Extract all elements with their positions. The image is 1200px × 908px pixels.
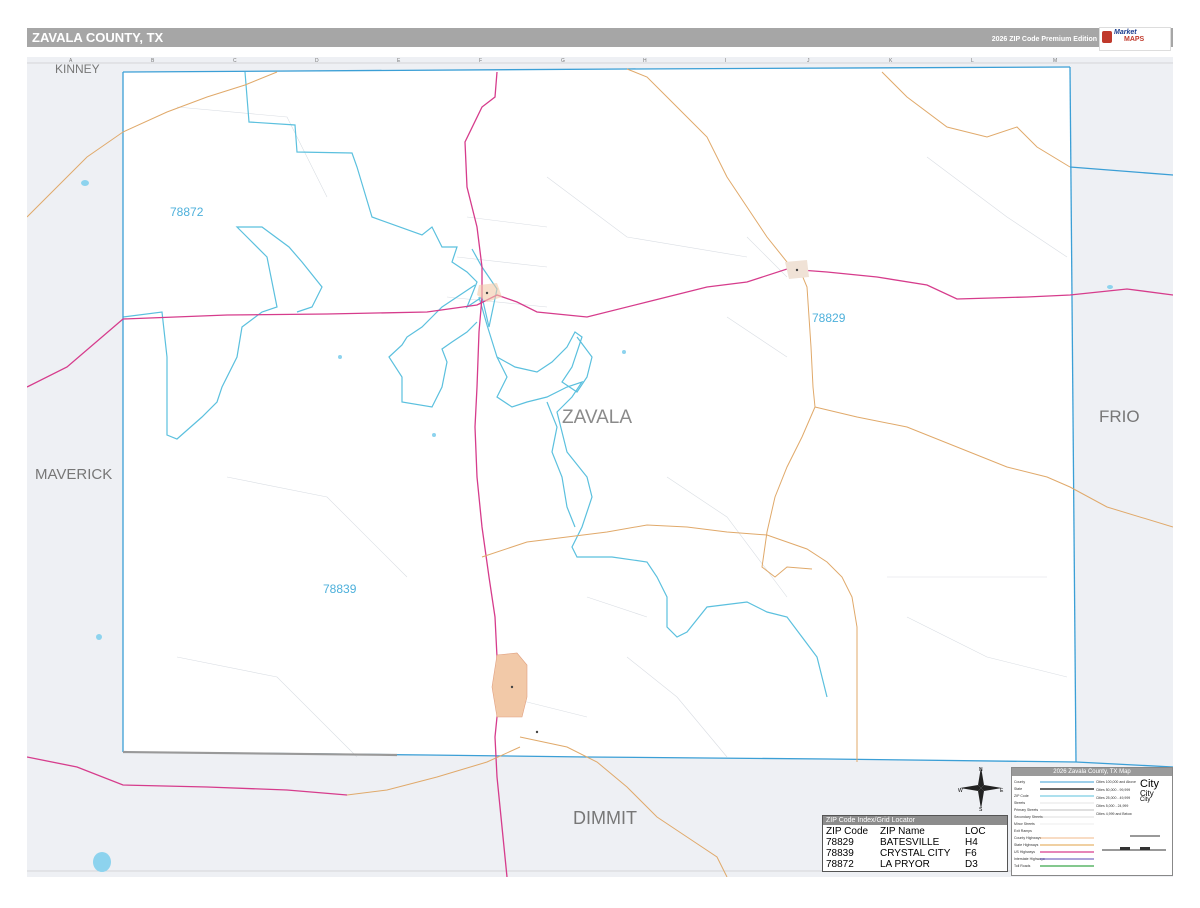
- legend-item: County: [1014, 780, 1026, 784]
- grid-col-H: H: [643, 58, 647, 64]
- zip-row-code: 78872: [826, 859, 854, 870]
- scale-bar: [1102, 835, 1166, 851]
- grid-col-L: L: [971, 58, 974, 64]
- legend-item: State Highways: [1014, 843, 1039, 847]
- grid-col-D: D: [315, 58, 319, 64]
- compass-icon: N S W E: [958, 767, 1004, 811]
- legend-swatches: [1040, 781, 1094, 867]
- legend-item: Streets: [1014, 801, 1026, 805]
- zip-78829: 78829: [812, 311, 846, 325]
- zip-header-code: ZIP Code: [826, 826, 869, 837]
- crystal-city-area: [491, 652, 528, 718]
- grid-col-G: G: [561, 58, 565, 64]
- legend-city-size: Cities 25,000 - 49,999: [1096, 796, 1131, 800]
- grid-col-F: F: [479, 58, 482, 64]
- legend-item: Toll Roads: [1014, 864, 1031, 868]
- grid-col-M: M: [1053, 58, 1057, 64]
- label-zavala: ZAVALA: [562, 407, 632, 428]
- zip-index-table: ZIP Code Index/Grid Locator ZIP Code ZIP…: [822, 815, 1008, 872]
- header-bar: ZAVALA COUNTY, TX 2026 ZIP Code Premium …: [27, 27, 1173, 51]
- logo-subtext: MAPS: [1124, 36, 1145, 43]
- legend-item: Minor Streets: [1014, 822, 1035, 826]
- zip-row-loc: H4: [965, 837, 978, 848]
- zip-header-loc: LOC: [965, 826, 986, 837]
- compass-n: N: [979, 767, 983, 773]
- legend-city-small: City: [1140, 797, 1151, 803]
- legend-item: State: [1014, 787, 1023, 791]
- zip-78839: 78839: [323, 582, 357, 596]
- logo-mark-icon: [1102, 31, 1112, 43]
- zip-row-loc: F6: [965, 848, 977, 859]
- zip-row-name: LA PRYOR: [880, 859, 930, 870]
- label-dimmit: DIMMIT: [573, 808, 637, 828]
- county-map[interactable]: A B C D E F G H I J K L M KINNEY MAVERIC…: [27, 57, 1173, 877]
- legend-city-size: Cities 4,999 and Below: [1096, 812, 1132, 816]
- compass-s: S: [979, 807, 983, 811]
- legend-city-size: Cities 5,000 - 24,999: [1096, 804, 1129, 808]
- zip-row-code: 78829: [826, 837, 854, 848]
- legend-title: 2026 Zavala County, TX Map: [1012, 768, 1172, 776]
- compass-w: W: [958, 788, 963, 794]
- edition-label: 2026 ZIP Code Premium Edition: [991, 36, 1097, 43]
- map-title: ZAVALA COUNTY, TX: [32, 30, 164, 45]
- zip-row-name: CRYSTAL CITY: [880, 848, 951, 859]
- legend-item: ZIP Code: [1014, 794, 1029, 798]
- compass-e: E: [1000, 788, 1004, 794]
- legend-city-size: Cities 50,000 - 99,999: [1096, 788, 1131, 792]
- grid-col-C: C: [233, 58, 237, 64]
- label-maverick: MAVERICK: [35, 466, 112, 483]
- legend-city-size: Cities 100,000 and Above: [1096, 780, 1136, 784]
- zip-index-title: ZIP Code Index/Grid Locator: [823, 816, 1007, 825]
- legend-item: US Highways: [1014, 850, 1036, 854]
- zip-row-code: 78839: [826, 848, 854, 859]
- zip-row-loc: D3: [965, 859, 978, 870]
- legend-item: Primary Streets: [1014, 808, 1039, 812]
- label-frio: FRIO: [1099, 407, 1140, 426]
- grid-col-I: I: [725, 58, 726, 64]
- zip-row-name: BATESVILLE: [880, 837, 940, 848]
- publisher-logo: Market MAPS: [1099, 27, 1171, 51]
- label-kinney: KINNEY: [55, 62, 100, 76]
- zip-78872: 78872: [170, 205, 204, 219]
- logo-text: Market: [1114, 29, 1137, 36]
- zip-header-name: ZIP Name: [880, 826, 925, 837]
- legend-item: Exit Ramps: [1014, 829, 1032, 833]
- map-legend: 2026 Zavala County, TX Map County State …: [1011, 767, 1173, 876]
